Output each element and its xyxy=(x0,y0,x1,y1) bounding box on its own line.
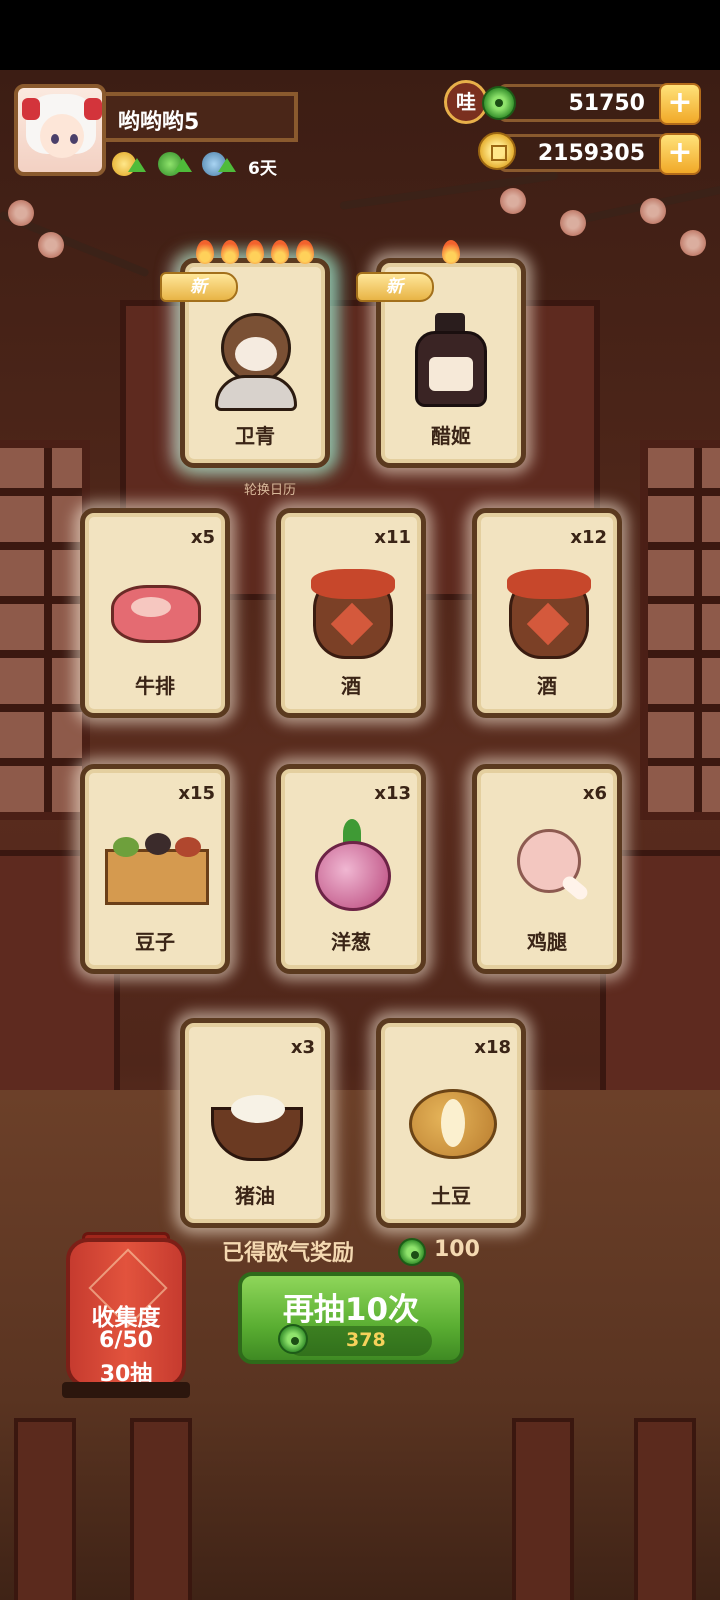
item-name: 猪油 xyxy=(235,1184,275,1208)
item-count: x18 xyxy=(474,1037,511,1058)
blossom xyxy=(38,232,64,258)
item-card[interactable]: x18 土豆 xyxy=(376,1018,526,1228)
item-count: x13 xyxy=(374,783,411,804)
pillar xyxy=(130,1418,192,1600)
new-badge: 新 xyxy=(160,272,238,302)
item-count: x3 xyxy=(290,1037,315,1058)
flame-icon xyxy=(246,240,264,264)
item-art xyxy=(301,819,401,919)
blossom xyxy=(680,230,706,256)
player-name: 哟哟哟5 xyxy=(118,110,200,135)
vinegar-bottle-art xyxy=(401,313,501,413)
draw-again-button[interactable]: 再抽10次 378 xyxy=(238,1272,464,1364)
blossom xyxy=(640,198,666,224)
draw-cost: 378 xyxy=(346,1329,386,1351)
item-name: 鸡腿 xyxy=(527,930,567,954)
right-window xyxy=(640,440,720,820)
item-name: 豆子 xyxy=(135,930,175,954)
left-window xyxy=(0,440,90,820)
blossom xyxy=(560,210,586,236)
pillar xyxy=(512,1418,574,1600)
item-art xyxy=(105,563,205,663)
card-name: 醋姬 xyxy=(431,424,471,448)
blossom xyxy=(8,200,34,226)
item-count: x5 xyxy=(190,527,215,548)
card-name: 卫青 xyxy=(235,424,275,448)
avatar-ribbon xyxy=(22,98,40,120)
coin-icon xyxy=(478,132,516,170)
coin-bar[interactable]: 2159305 + xyxy=(498,133,701,175)
jade-amount: 51750 xyxy=(568,91,645,116)
jade-icon xyxy=(398,1238,426,1266)
item-card[interactable]: x6 鸡腿 xyxy=(472,764,622,974)
item-count: x6 xyxy=(582,783,607,804)
lantern-stand xyxy=(62,1382,190,1398)
item-art xyxy=(497,563,597,663)
item-name: 酒 xyxy=(537,674,557,698)
luck-reward-value: 100 xyxy=(434,1237,480,1262)
weiqing-portrait xyxy=(205,313,305,413)
item-card[interactable]: x11 酒 xyxy=(276,508,426,718)
item-art xyxy=(301,563,401,663)
item-art xyxy=(105,819,209,919)
item-card[interactable]: x5 牛排 xyxy=(80,508,230,718)
coin-buff-icon[interactable] xyxy=(112,150,146,178)
flame-icon xyxy=(221,240,239,264)
item-art xyxy=(205,1073,305,1173)
avatar-eye xyxy=(70,134,78,144)
item-name: 土豆 xyxy=(431,1184,471,1208)
jade-buff-icon[interactable] xyxy=(158,150,192,178)
blossom xyxy=(500,188,526,214)
item-count: x11 xyxy=(374,527,411,548)
pillar xyxy=(634,1418,696,1600)
add-jade-button[interactable]: + xyxy=(659,83,701,125)
item-count: x12 xyxy=(570,527,607,548)
rotation-calendar-label[interactable]: 轮换日历 xyxy=(230,479,310,498)
item-card[interactable]: x15 豆子 xyxy=(80,764,230,974)
flame-icon xyxy=(296,240,314,264)
jade-icon xyxy=(482,86,516,120)
player-name-box[interactable]: 哟哟哟5 xyxy=(106,92,298,142)
collection-title: 收集度 xyxy=(91,1305,161,1331)
jade-bar[interactable]: 51750 + xyxy=(498,83,701,125)
item-name: 牛排 xyxy=(135,674,175,698)
item-art xyxy=(401,1073,501,1173)
draw-again-label: 再抽10次 xyxy=(282,1292,420,1328)
collection-progress: 6/50 xyxy=(99,1328,153,1353)
avatar-ribbon xyxy=(84,98,102,120)
bowl-buff-icon[interactable] xyxy=(202,150,236,178)
new-badge: 新 xyxy=(356,272,434,302)
coin-amount: 2159305 xyxy=(537,141,645,166)
item-name: 洋葱 xyxy=(331,930,371,954)
luck-reward-label: 已得欧气奖励 xyxy=(222,1241,355,1266)
flame-icon xyxy=(196,240,214,264)
collection-lantern[interactable]: 收集度 6/50 30抽 xyxy=(66,1238,186,1388)
item-name: 酒 xyxy=(341,674,361,698)
days-counter: 6天 xyxy=(248,159,277,179)
item-card[interactable]: x3 猪油 xyxy=(180,1018,330,1228)
avatar-eye xyxy=(51,134,59,144)
draw-cost-pill: 378 xyxy=(278,1324,432,1356)
item-art xyxy=(497,819,597,919)
item-card[interactable]: x12 酒 xyxy=(472,508,622,718)
pillar xyxy=(14,1418,76,1600)
flame-icon xyxy=(442,240,460,264)
jade-icon xyxy=(278,1324,308,1354)
add-coins-button[interactable]: + xyxy=(659,133,701,175)
item-count: x15 xyxy=(178,783,215,804)
flame-icon xyxy=(271,240,289,264)
player-avatar[interactable] xyxy=(14,84,106,176)
item-card[interactable]: x13 洋葱 xyxy=(276,764,426,974)
